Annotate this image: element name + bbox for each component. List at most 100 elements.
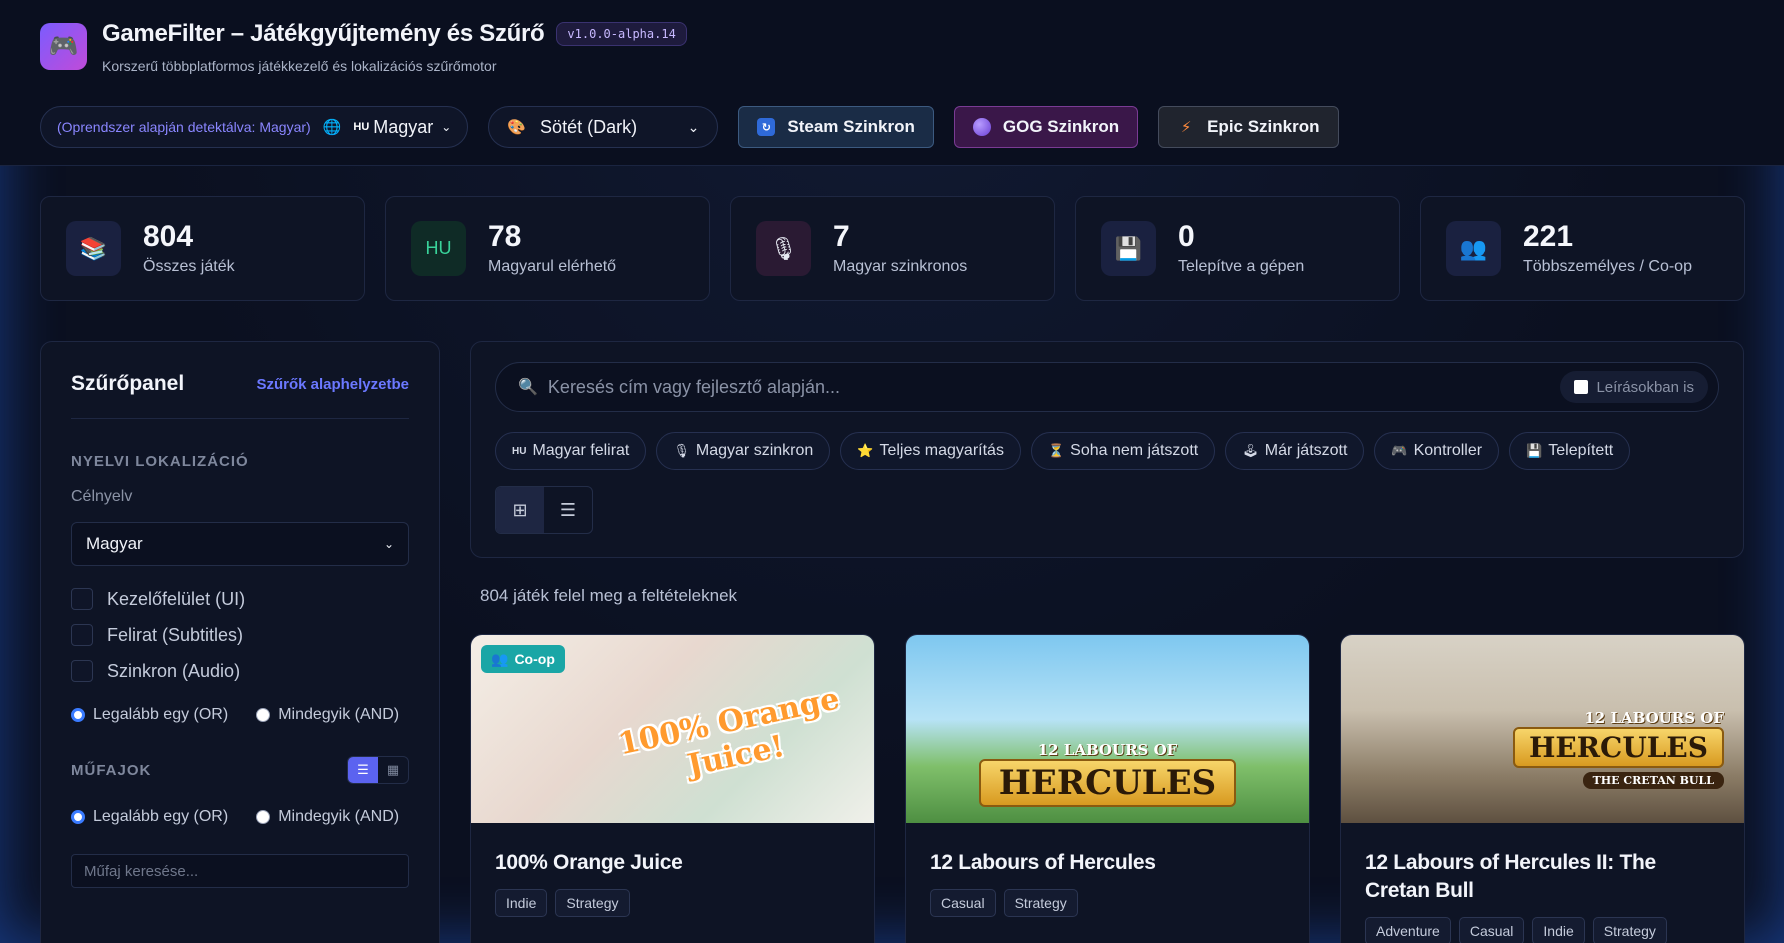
audio-checkbox-row[interactable]: Szinkron (Audio) bbox=[71, 660, 409, 682]
genre-tag: Casual bbox=[930, 889, 996, 917]
audio-checkbox[interactable] bbox=[71, 660, 93, 682]
cover-logo-text: HERCULES bbox=[978, 759, 1237, 807]
badge-label: Co-op bbox=[514, 651, 555, 667]
gamepad-icon: 🎮 bbox=[1391, 443, 1408, 458]
microphone-icon: 🎙 bbox=[673, 443, 690, 458]
genre-tag: Casual bbox=[1458, 917, 1525, 943]
game-title: 100% Orange Juice bbox=[495, 851, 683, 874]
language-and-radio[interactable]: Mindegyik (AND) bbox=[256, 706, 399, 724]
descriptions-checkbox[interactable] bbox=[1574, 380, 1589, 394]
genre-tag: Adventure bbox=[1365, 917, 1451, 943]
stat-installed: 💾 0 Telepítve a gépen bbox=[1075, 196, 1400, 301]
chip-label: Teljes magyarítás bbox=[879, 442, 1004, 459]
game-cover-image: 12 LABOURS OF HERCULES bbox=[906, 635, 1309, 823]
genre-logic-radios: Legalább egy (OR) Mindegyik (AND) bbox=[71, 808, 409, 826]
grid-view-icon[interactable]: ▦ bbox=[378, 757, 408, 783]
theme-select[interactable]: 🎨 Sötét (Dark) ⌄ bbox=[488, 106, 719, 148]
genre-and-radio[interactable]: Mindegyik (AND) bbox=[256, 808, 399, 826]
target-language-select[interactable]: Magyar ⌄ bbox=[71, 522, 409, 566]
version-badge: v1.0.0-alpha.14 bbox=[556, 22, 687, 46]
purple-orb-icon bbox=[972, 118, 991, 136]
stat-hungarian-dub: 🎙 7 Magyar szinkronos bbox=[730, 196, 1055, 301]
card-body: 100% Orange Juice Indie Strategy bbox=[471, 823, 874, 943]
ui-checkbox[interactable] bbox=[71, 588, 93, 610]
chip-played[interactable]: 🕹 Már játszott bbox=[1225, 432, 1365, 470]
game-card[interactable]: 12 LABOURS OF HERCULES THE CRETAN BULL 1… bbox=[1340, 634, 1745, 943]
card-body: 12 Labours of Hercules Casual Strategy bbox=[906, 823, 1309, 943]
epic-sync-label: Epic Szinkron bbox=[1207, 117, 1320, 136]
cover-art: 12 LABOURS OF HERCULES THE CRETAN BULL bbox=[1341, 635, 1744, 823]
app-frame: 🎮 GameFilter – Játékgyűjtemény és Szűrő … bbox=[0, 0, 1784, 943]
theme-value: Sötét (Dark) bbox=[540, 116, 638, 137]
list-layout-icon[interactable]: ☰ bbox=[544, 487, 592, 533]
search-panel: 🔍 Keresés cím vagy fejlesztő alapján... … bbox=[470, 341, 1744, 558]
chip-hungarian-subtitles[interactable]: HU Magyar felirat bbox=[495, 432, 647, 470]
cover-logo-subtext: 12 LABOURS OF bbox=[1584, 709, 1724, 727]
hu-flag-icon: HU bbox=[512, 445, 527, 457]
coop-badge: 👥 Co-op bbox=[481, 645, 565, 673]
filter-sidebar: Szűrőpanel Szűrők alaphelyzetbe NYELVI L… bbox=[40, 341, 440, 943]
search-bar[interactable]: 🔍 Keresés cím vagy fejlesztő alapján... … bbox=[495, 362, 1719, 412]
subtitles-checkbox-label: Felirat (Subtitles) bbox=[107, 624, 244, 645]
floppy-icon: 💾 bbox=[1101, 221, 1156, 276]
search-descriptions-toggle[interactable]: Leírásokban is bbox=[1560, 371, 1708, 403]
genre-tag: Strategy bbox=[1003, 889, 1078, 917]
subtitles-checkbox[interactable] bbox=[71, 624, 93, 646]
sidebar-header: Szűrőpanel Szűrők alaphelyzetbe bbox=[71, 372, 409, 419]
chip-label: Soha nem játszott bbox=[1070, 442, 1199, 459]
game-grid: 100% Orange Juice! 👥 Co-op 100% Orange Ju… bbox=[470, 634, 1745, 943]
list-view-icon[interactable]: ☰ bbox=[348, 757, 378, 783]
stat-value: 221 bbox=[1523, 219, 1574, 253]
chip-label: Már játszott bbox=[1264, 442, 1348, 459]
cover-logo-subtitle: THE CRETAN BULL bbox=[1582, 772, 1724, 789]
header-controls: (Oprendszer alapján detektálva: Magyar) … bbox=[40, 106, 1339, 148]
genre-tags: Casual Strategy bbox=[930, 889, 1285, 917]
target-language-value: Magyar bbox=[86, 534, 143, 553]
genre-or-radio[interactable]: Legalább egy (OR) bbox=[71, 808, 228, 826]
hu-flag-icon: HU bbox=[411, 221, 466, 276]
stat-label: Telepítve a gépen bbox=[1178, 257, 1305, 275]
language-logic-radios: Legalább egy (OR) Mindegyik (AND) bbox=[71, 706, 409, 724]
subtitles-checkbox-row[interactable]: Felirat (Subtitles) bbox=[71, 624, 409, 646]
game-card[interactable]: 100% Orange Juice! 👥 Co-op 100% Orange Ju… bbox=[470, 634, 875, 943]
chip-hungarian-dub[interactable]: 🎙 Magyar szinkron bbox=[656, 432, 831, 470]
reset-filters-link[interactable]: Szűrők alaphelyzetbe bbox=[256, 376, 409, 393]
genre-search-input[interactable]: Műfaj keresése... bbox=[71, 854, 409, 888]
chip-full-localization[interactable]: ⭐ Teljes magyarítás bbox=[840, 432, 1021, 470]
grid-layout-icon[interactable]: ⊞ bbox=[496, 487, 544, 533]
chip-installed[interactable]: 💾 Telepített bbox=[1509, 432, 1631, 470]
cover-art: 12 LABOURS OF HERCULES bbox=[906, 635, 1309, 823]
stat-hungarian-available: HU 78 Magyarul elérhető bbox=[385, 196, 710, 301]
app-title: GameFilter – Játékgyűjtemény és Szűrő bbox=[102, 20, 545, 47]
users-icon: 👥 bbox=[1446, 221, 1501, 276]
search-icon: 🔍 bbox=[518, 379, 538, 396]
gog-sync-button[interactable]: GOG Szinkron bbox=[953, 106, 1139, 148]
game-card[interactable]: 12 LABOURS OF HERCULES 12 Labours of Her… bbox=[905, 634, 1310, 943]
lightning-icon: ⚡ bbox=[1180, 119, 1192, 136]
cover-logo-text: 100% Orange Juice! bbox=[615, 681, 843, 784]
stat-label: Magyar szinkronos bbox=[833, 257, 968, 275]
language-or-radio[interactable]: Legalább egy (OR) bbox=[71, 706, 228, 724]
stat-multiplayer: 👥 221 Többszemélyes / Co-op bbox=[1420, 196, 1745, 301]
genre-section-heading: MŰFAJOK bbox=[71, 761, 152, 779]
chip-label: Telepített bbox=[1548, 442, 1614, 459]
chip-controller[interactable]: 🎮 Kontroller bbox=[1374, 432, 1500, 470]
globe-icon: 🌐 bbox=[322, 119, 342, 136]
quick-filter-chips: HU Magyar felirat 🎙 Magyar szinkron ⭐ Telje… bbox=[495, 432, 1719, 470]
language-control: (Oprendszer alapján detektálva: Magyar) … bbox=[40, 106, 469, 148]
epic-sync-button[interactable]: ⚡ Epic Szinkron bbox=[1158, 106, 1339, 148]
game-title: 12 Labours of Hercules II: The Cretan Bu… bbox=[1365, 851, 1656, 902]
search-input[interactable]: Keresés cím vagy fejlesztő alapján... bbox=[548, 377, 840, 398]
ui-checkbox-row[interactable]: Kezelőfelület (UI) bbox=[71, 588, 409, 610]
chevron-down-icon: ⌄ bbox=[383, 537, 394, 551]
app-subtitle: Korszerű többplatformos játékkezelő és l… bbox=[102, 58, 497, 74]
language-select[interactable]: HU Magyar ⌄ bbox=[353, 117, 451, 138]
chevron-down-icon: ⌄ bbox=[687, 118, 700, 135]
chip-label: Magyar szinkron bbox=[695, 442, 814, 459]
chip-never-played[interactable]: ⏳ Soha nem játszott bbox=[1030, 432, 1216, 470]
game-title: 12 Labours of Hercules bbox=[930, 851, 1156, 874]
books-icon: 📚 bbox=[66, 221, 121, 276]
radio-label: Mindegyik (AND) bbox=[278, 706, 400, 723]
game-cover-image: 100% Orange Juice! 👥 Co-op bbox=[471, 635, 874, 823]
steam-sync-button[interactable]: ↻ Steam Szinkron bbox=[738, 106, 934, 148]
